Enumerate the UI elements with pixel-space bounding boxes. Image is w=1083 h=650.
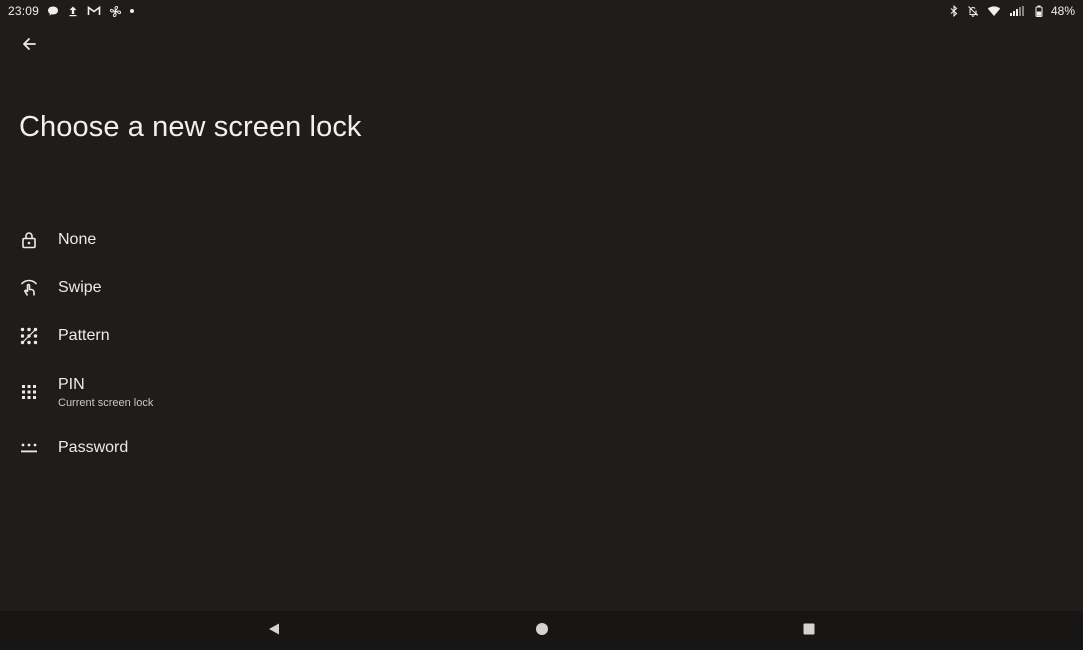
nav-home-button[interactable] (530, 619, 554, 643)
status-left: 23:09 (8, 4, 135, 18)
navigation-bar (0, 611, 1083, 650)
nav-home-icon (535, 622, 549, 641)
bluetooth-icon (949, 5, 959, 17)
nav-back-button[interactable] (262, 619, 286, 643)
upload-icon (67, 5, 79, 17)
pattern-icon (18, 325, 40, 347)
option-label: Pattern (58, 327, 110, 344)
wifi-icon (987, 5, 1001, 17)
nav-recents-icon (802, 622, 816, 641)
back-button[interactable] (14, 31, 44, 61)
status-right: 48% (949, 4, 1075, 18)
nav-back-icon (267, 622, 281, 641)
option-password[interactable]: Password (0, 424, 1083, 472)
option-text: Password (58, 439, 128, 457)
option-summary: Current screen lock (58, 396, 154, 409)
option-text: None (58, 231, 96, 249)
page-title: Choose a new screen lock (19, 111, 362, 143)
option-pattern[interactable]: Pattern (0, 312, 1083, 360)
fan-icon (109, 5, 122, 18)
lock-open-icon (18, 229, 40, 251)
password-icon (18, 437, 40, 459)
screen-lock-options: None Swipe Pattern PIN Current screen lo… (0, 216, 1083, 472)
battery-icon (1035, 5, 1043, 17)
swipe-icon (18, 277, 40, 299)
option-text: Pattern (58, 327, 110, 345)
option-label: Password (58, 439, 129, 456)
status-bar: 23:09 48% (0, 0, 1083, 22)
screen: 23:09 48% Choose a new screen lock None … (0, 0, 1083, 650)
notifications-off-icon (967, 5, 979, 17)
signal-icon (1009, 5, 1027, 17)
nav-recents-button[interactable] (797, 619, 821, 643)
option-none[interactable]: None (0, 216, 1083, 264)
option-text: Swipe (58, 279, 102, 297)
arrow-back-icon (21, 36, 37, 57)
option-text: PIN Current screen lock (58, 376, 153, 409)
status-time: 23:09 (8, 4, 40, 18)
option-label: PIN (58, 375, 85, 393)
option-label: None (58, 231, 97, 248)
battery-percentage: 48% (1050, 4, 1075, 18)
chat-bubble-icon (47, 5, 59, 17)
option-swipe[interactable]: Swipe (0, 264, 1083, 312)
gmail-icon (87, 5, 101, 17)
more-notifications-dot-icon (130, 9, 135, 13)
option-label: Swipe (58, 279, 102, 296)
pin-dots-icon (18, 381, 40, 403)
option-pin[interactable]: PIN Current screen lock (0, 360, 1083, 424)
